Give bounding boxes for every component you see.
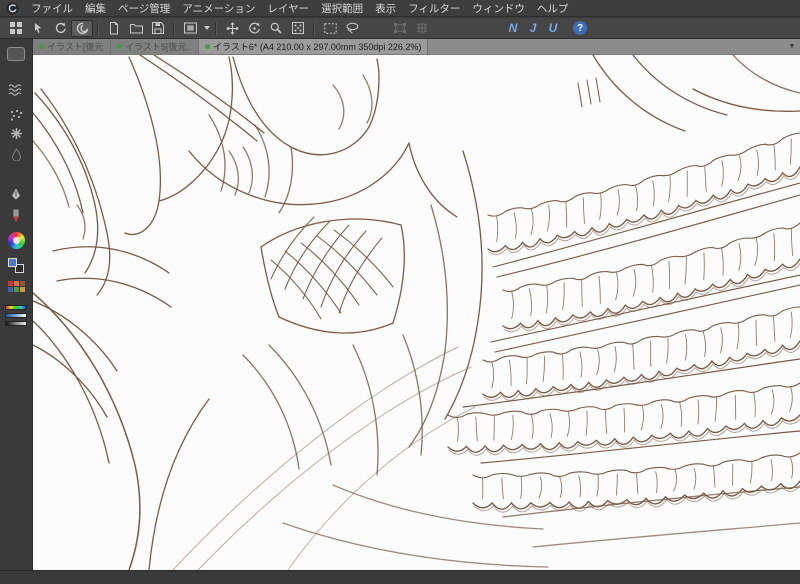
marquee-select-icon[interactable] (319, 20, 341, 37)
menu-edit[interactable]: 編集 (79, 0, 112, 17)
new-document-icon[interactable] (103, 20, 125, 37)
document-tabbar: イラスト[復元]* イラスト5[復元... イラスト6* (A4 210.00 … (33, 39, 800, 55)
save-document-icon[interactable] (147, 20, 169, 37)
gradient-sliders[interactable] (3, 302, 29, 326)
menu-view[interactable]: 表示 (369, 0, 402, 17)
menu-animation[interactable]: アニメーション (176, 0, 261, 17)
gradient-rainbow-icon[interactable] (5, 305, 27, 310)
menu-window[interactable]: ウィンドウ (466, 0, 531, 17)
gradient-blue-icon[interactable] (5, 313, 27, 318)
menu-page-management[interactable]: ページ管理 (112, 0, 176, 17)
menu-selection[interactable]: 選択範囲 (315, 0, 369, 17)
tab-status-icon (205, 44, 210, 49)
ruler-line-icon[interactable]: N (503, 20, 523, 37)
menubar: ファイル 編集 ページ管理 アニメーション レイヤー 選択範囲 表示 フィルター… (0, 0, 800, 17)
rotate-canvas-icon[interactable] (49, 20, 71, 37)
open-document-icon[interactable] (125, 20, 147, 37)
color-swatches-icon[interactable] (3, 258, 29, 273)
gradient-gray-icon[interactable] (5, 321, 27, 326)
status-strip (0, 570, 800, 584)
tab-label: イラスト[復元]* (47, 42, 104, 52)
move-tool-icon[interactable] (221, 20, 243, 37)
ruler-curve-icon[interactable]: J (523, 20, 543, 37)
canvas-size-icon[interactable] (179, 20, 201, 37)
toolbar-separator (97, 21, 99, 35)
document-tab-3-active[interactable]: イラスト6* (A4 210.00 x 297.00mm 350dpi 226.… (199, 39, 429, 54)
scale-transform-icon (389, 20, 411, 37)
dropdown-caret-icon[interactable] (201, 20, 211, 37)
zoom-tool-icon[interactable] (265, 20, 287, 37)
ruler-arc-icon[interactable]: U (543, 20, 563, 37)
toolbar-separator (173, 21, 175, 35)
tool-sidebar (0, 39, 33, 570)
wave-lines-icon[interactable] (3, 83, 29, 97)
workspace-grid-icon[interactable] (5, 20, 27, 37)
toolbar-separator (313, 21, 315, 35)
document-tab-1[interactable]: イラスト[復元]* (33, 39, 111, 54)
clip-studio-logo-icon (6, 2, 19, 14)
pen-nib-icon[interactable] (3, 187, 29, 201)
color-wheel-icon[interactable] (3, 232, 29, 249)
tab-status-icon (117, 44, 122, 49)
tab-label: イラスト5[復元... (125, 42, 192, 52)
main-toolbar: N J U ? (0, 18, 800, 39)
tool-case-icon[interactable] (3, 39, 29, 61)
lasso-select-icon[interactable] (341, 20, 363, 37)
spray-dots-icon[interactable] (3, 109, 29, 121)
rotate-view-icon[interactable] (243, 20, 265, 37)
tone-pattern-icon[interactable] (287, 20, 309, 37)
canvas[interactable] (33, 55, 800, 570)
menu-layer[interactable]: レイヤー (261, 0, 315, 17)
tab-status-icon (39, 44, 44, 49)
toolbar-separator (215, 21, 217, 35)
mesh-transform-icon (411, 20, 433, 37)
canvas-artwork (33, 55, 800, 570)
red-marker-icon[interactable] (3, 209, 29, 223)
blend-tool-icon[interactable] (3, 148, 29, 161)
menu-filter[interactable]: フィルター (402, 0, 466, 17)
document-tab-2[interactable]: イラスト5[復元... (111, 39, 199, 54)
decoration-star-icon[interactable] (3, 127, 29, 140)
tab-overflow-button[interactable]: ▼ (784, 39, 800, 54)
tab-label: イラスト6* (A4 210.00 x 297.00mm 350dpi 226.… (213, 42, 422, 52)
help-icon[interactable]: ? (569, 20, 591, 37)
clipstudio-swirl-icon[interactable] (71, 19, 93, 37)
menu-help[interactable]: ヘルプ (531, 0, 575, 17)
color-set-icon[interactable] (3, 281, 29, 292)
menu-file[interactable]: ファイル (25, 0, 79, 17)
object-pointer-icon[interactable] (27, 20, 49, 37)
